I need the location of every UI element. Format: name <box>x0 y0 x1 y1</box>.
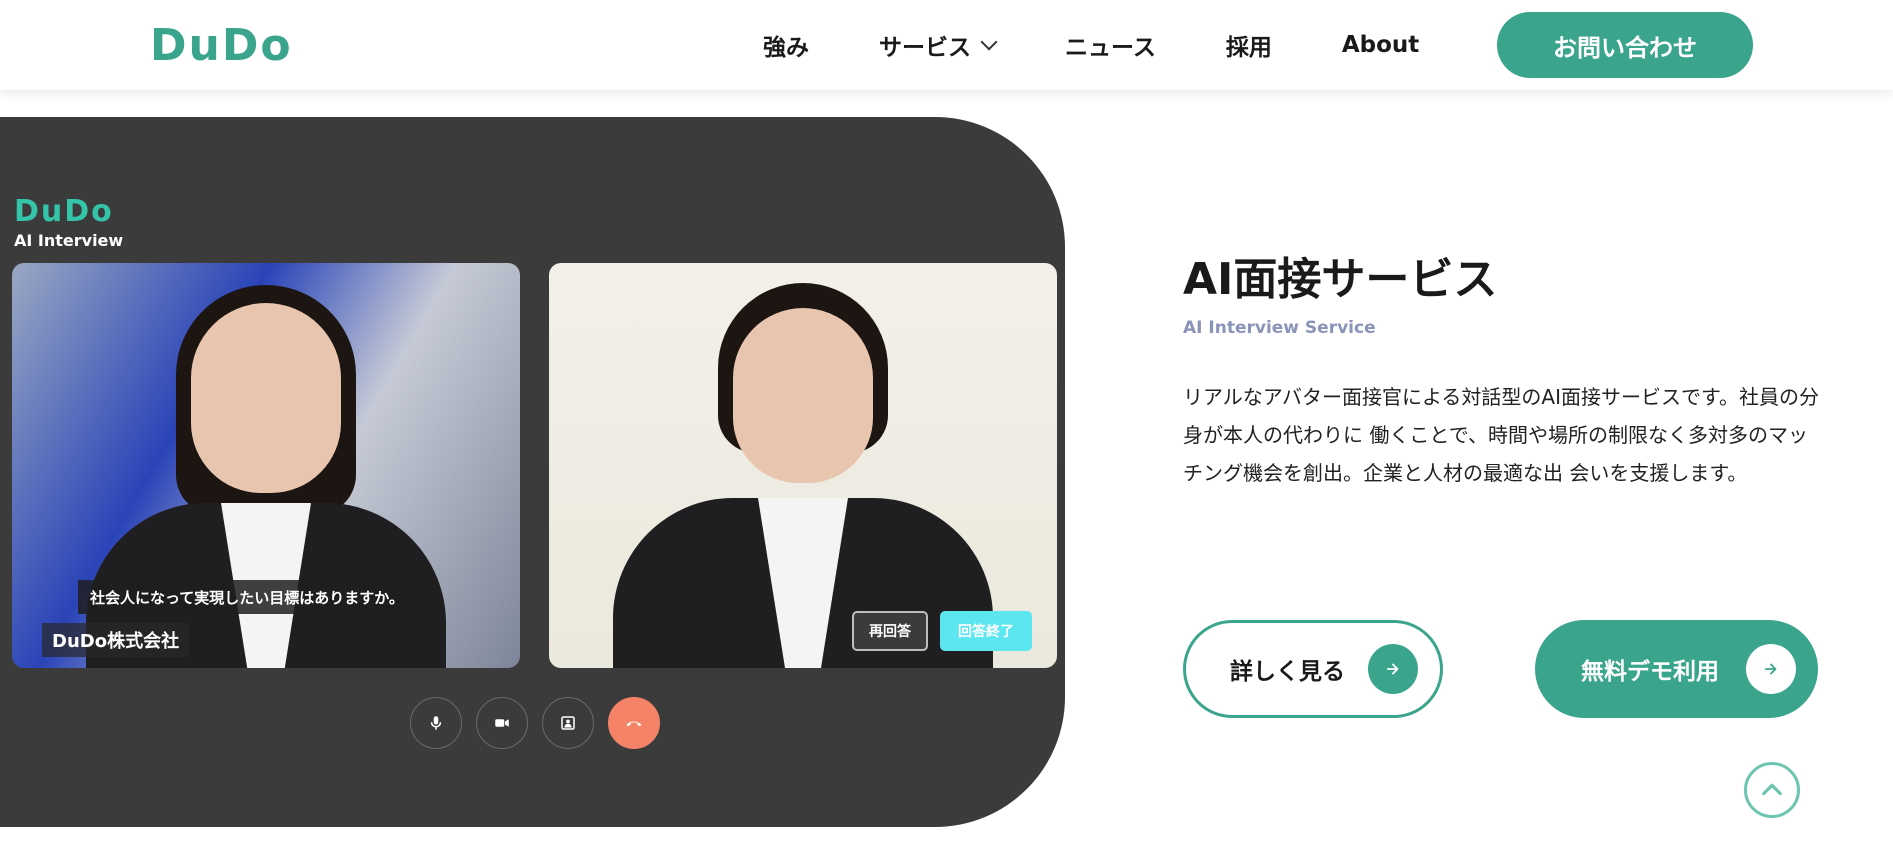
question-caption: 社会人になって実現したい目標はありますか。 <box>78 580 438 614</box>
end-call-button[interactable] <box>608 697 660 749</box>
microphone-icon <box>430 716 442 730</box>
learn-more-button[interactable]: 詳しく見る <box>1183 620 1443 718</box>
main-nav: 強み サービス ニュース 採用 About <box>763 0 1419 90</box>
screen-share-button[interactable] <box>542 697 594 749</box>
candidate-video: 再回答 回答終了 <box>549 263 1057 668</box>
service-description: リアルなアバター面接官による対話型のAI面接サービスです。社員の分身が本人の代わ… <box>1183 385 1819 485</box>
nav-item-recruit[interactable]: 採用 <box>1226 28 1272 62</box>
free-demo-label: 無料デモ利用 <box>1581 659 1719 685</box>
app-logo: DuDo AI Interview <box>14 194 124 251</box>
nav-item-strengths[interactable]: 強み <box>763 28 809 62</box>
call-controls <box>410 697 660 749</box>
video-camera-icon <box>495 719 509 727</box>
arrow-circle <box>1368 644 1418 694</box>
arrow-circle <box>1746 644 1796 694</box>
service-subtitle: AI Interview Service <box>1183 318 1376 338</box>
logo-text: DuDo <box>150 19 293 71</box>
free-demo-button[interactable]: 無料デモ利用 <box>1535 620 1818 718</box>
candidate-face <box>733 308 873 483</box>
app-logo-text: DuDo <box>14 194 114 229</box>
camera-button[interactable] <box>476 697 528 749</box>
site-logo[interactable]: DuDo <box>150 19 293 71</box>
arrow-right-icon <box>1764 663 1777 675</box>
reanswer-button[interactable]: 再回答 <box>852 611 928 651</box>
nav-item-services-label: サービス <box>879 35 971 61</box>
ai-interview-app-preview: DuDo AI Interview 社会人になって実現したい目標はありますか。 … <box>0 117 1065 827</box>
nav-item-about[interactable]: About <box>1342 32 1419 58</box>
site-header: DuDo 強み サービス ニュース 採用 About お問い合わせ <box>0 0 1893 90</box>
service-title: AI面接サービス <box>1183 254 1498 305</box>
arrow-right-icon <box>1386 663 1399 675</box>
hang-up-icon <box>626 721 642 727</box>
learn-more-label: 詳しく見る <box>1230 659 1345 685</box>
nav-item-services[interactable]: サービス <box>879 28 998 62</box>
nav-item-news[interactable]: ニュース <box>1065 28 1156 62</box>
scroll-to-top-button[interactable] <box>1744 762 1800 818</box>
screen-share-icon <box>561 716 575 730</box>
chevron-up-icon <box>1762 783 1782 796</box>
app-logo-subtitle: AI Interview <box>14 231 124 250</box>
chevron-down-icon <box>980 33 998 51</box>
avatar-video: 社会人になって実現したい目標はありますか。 DuDo株式会社 <box>12 263 520 668</box>
company-label: DuDo株式会社 <box>42 623 190 657</box>
avatar-face <box>191 303 341 493</box>
contact-button[interactable]: お問い合わせ <box>1497 12 1753 78</box>
finish-answer-button[interactable]: 回答終了 <box>940 611 1032 651</box>
mic-button[interactable] <box>410 697 462 749</box>
